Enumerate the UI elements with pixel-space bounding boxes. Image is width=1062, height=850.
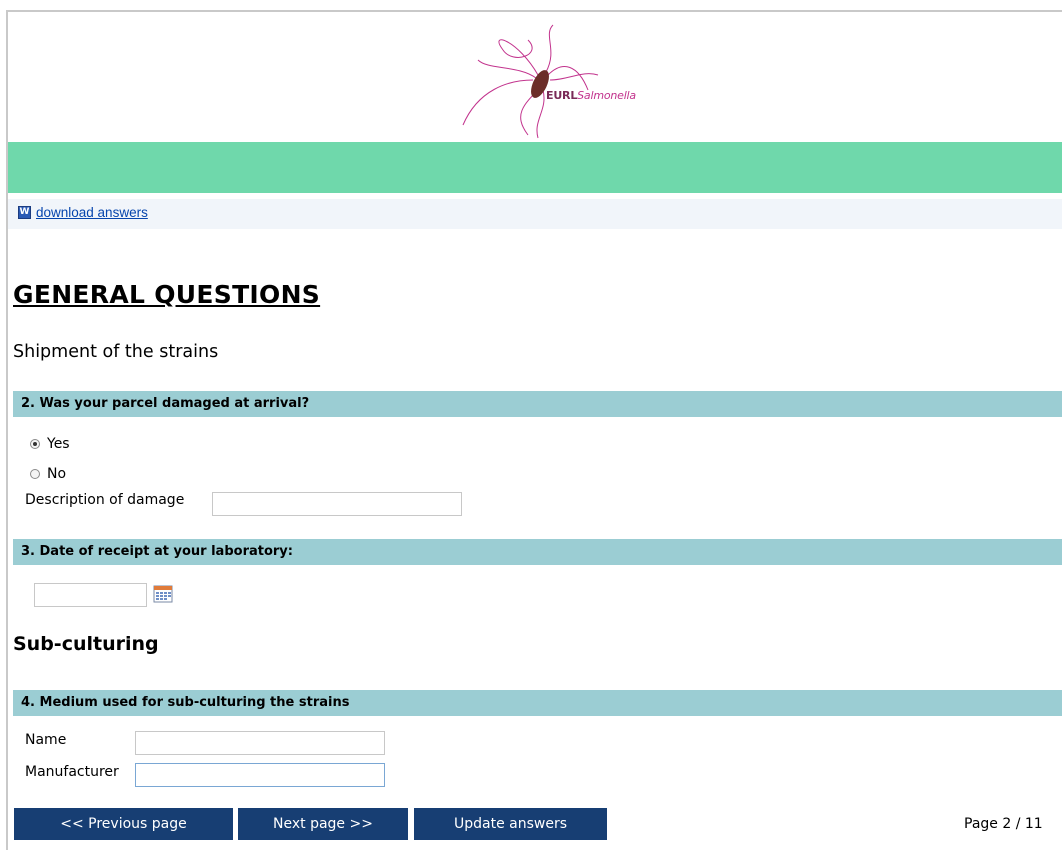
radio-option-yes[interactable]: Yes [30,436,70,452]
logo-text-bold: EURL [546,89,578,102]
logo-text-italic: Salmonella [577,89,636,102]
radio-label-no: No [47,466,67,482]
radio-button-checked[interactable] [30,439,40,449]
question-3-header: 3. Date of receipt at your laboratory: [13,539,1062,565]
eurl-salmonella-logo [462,24,599,139]
previous-page-button[interactable]: << Previous page [14,808,233,840]
calendar-icon[interactable] [153,585,173,603]
header-logo-area: EURLSalmonella [8,12,1062,142]
word-document-icon[interactable]: W [18,206,31,219]
question-2-header: 2. Was your parcel damaged at arrival? [13,391,1062,417]
section-subtitle: Shipment of the strains [13,342,219,362]
update-answers-button[interactable]: Update answers [414,808,607,840]
radio-button-unchecked[interactable] [30,469,40,479]
logo-text: EURLSalmonella [546,89,636,102]
manufacturer-input[interactable] [135,763,385,787]
next-page-button[interactable]: Next page >> [238,808,408,840]
manufacturer-label: Manufacturer [25,764,119,780]
page-indicator: Page 2 / 11 [964,816,1043,832]
page-title: GENERAL QUESTIONS [13,280,321,309]
radio-label-yes: Yes [47,436,70,452]
date-of-receipt-input[interactable] [34,583,147,607]
radio-option-no[interactable]: No [30,466,66,482]
download-bar: W download answers [8,199,1062,229]
subsection-heading: Sub-culturing [13,633,159,655]
header-band [8,142,1062,193]
description-of-damage-input[interactable] [212,492,462,516]
download-answers-link[interactable]: download answers [36,205,148,220]
medium-name-input[interactable] [135,731,385,755]
name-label: Name [25,732,67,748]
description-of-damage-label: Description of damage [25,492,185,508]
question-4-header: 4. Medium used for sub-culturing the str… [13,690,1062,716]
